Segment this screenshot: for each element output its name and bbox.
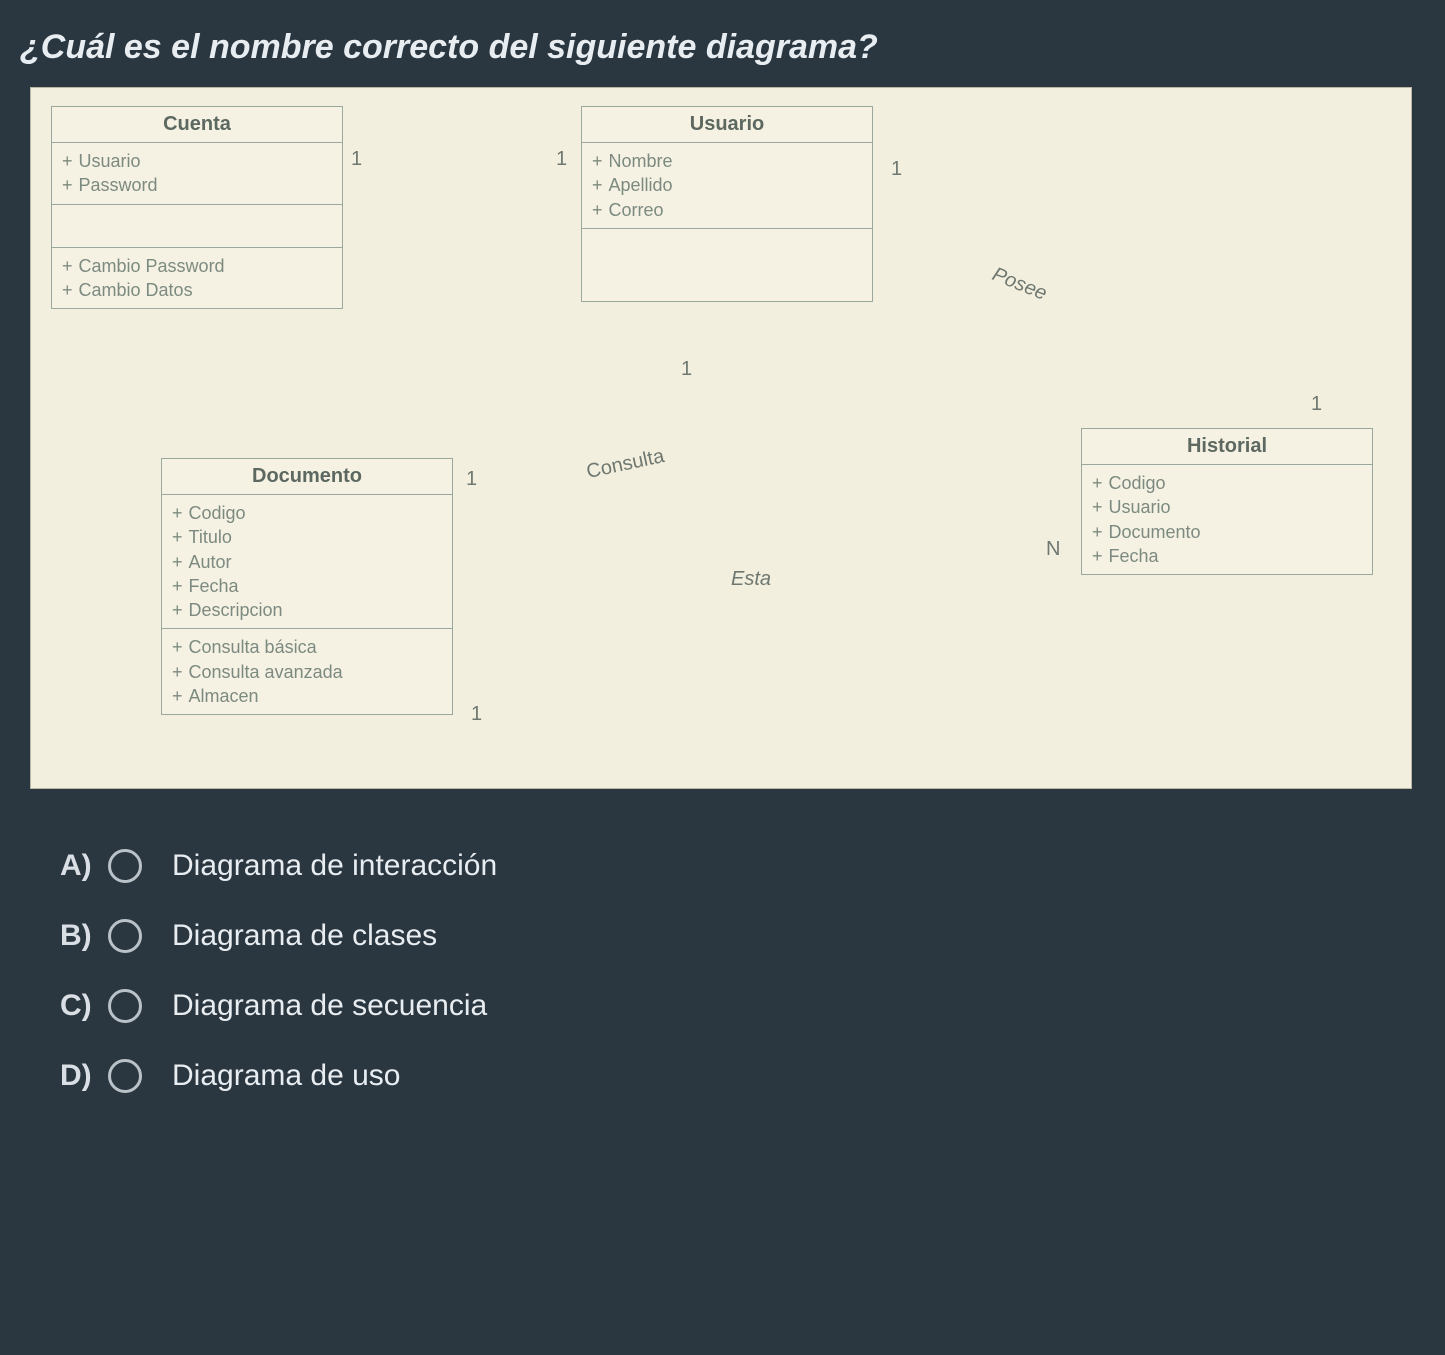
- option-c[interactable]: C) Diagrama de secuencia: [60, 989, 1445, 1023]
- radio-icon[interactable]: [108, 1059, 142, 1093]
- class-usuario-attr: Nombre: [609, 151, 673, 171]
- class-usuario: Usuario +Nombre +Apellido +Correo: [581, 106, 873, 302]
- class-documento-attr: Titulo: [189, 527, 232, 547]
- class-documento-attr: Fecha: [189, 576, 239, 596]
- class-documento-attr: Codigo: [189, 503, 246, 523]
- option-a-letter: A): [60, 849, 108, 883]
- radio-icon[interactable]: [108, 919, 142, 953]
- mult-usuario-bottom: 1: [681, 358, 692, 381]
- class-documento-attr: Autor: [189, 552, 232, 572]
- class-historial-attr: Documento: [1109, 522, 1201, 542]
- radio-icon[interactable]: [108, 989, 142, 1023]
- mult-historial-left: N: [1046, 538, 1060, 561]
- class-historial-attr: Fecha: [1109, 546, 1159, 566]
- class-usuario-attr: Correo: [609, 200, 664, 220]
- mult-usuario-left: 1: [556, 148, 567, 171]
- assoc-esta: Esta: [731, 568, 771, 591]
- class-cuenta-op: Cambio Password: [79, 256, 225, 276]
- mult-historial-top: 1: [1311, 393, 1322, 416]
- option-b-letter: B): [60, 919, 108, 953]
- radio-icon[interactable]: [108, 849, 142, 883]
- option-b[interactable]: B) Diagrama de clases: [60, 919, 1445, 953]
- class-documento-op: Almacen: [189, 686, 259, 706]
- class-documento-op: Consulta avanzada: [189, 662, 343, 682]
- mult-documento-right: 1: [466, 468, 477, 491]
- class-documento-op: Consulta básica: [189, 637, 317, 657]
- mult-cuenta-right: 1: [351, 148, 362, 171]
- class-historial-title: Historial: [1082, 429, 1372, 465]
- assoc-posee: Posee: [989, 263, 1050, 306]
- option-d-letter: D): [60, 1059, 108, 1093]
- question-text: ¿Cuál es el nombre correcto del siguient…: [0, 0, 1445, 87]
- class-historial-attr: Usuario: [1109, 497, 1171, 517]
- option-d-label: Diagrama de uso: [172, 1059, 400, 1093]
- class-usuario-title: Usuario: [582, 107, 872, 143]
- class-documento-attr: Descripcion: [189, 600, 283, 620]
- mult-documento-self: 1: [471, 703, 482, 726]
- class-cuenta-attr: Usuario: [79, 151, 141, 171]
- mult-usuario-right: 1: [891, 158, 902, 181]
- class-cuenta-attr: Password: [79, 175, 158, 195]
- class-historial: Historial +Codigo +Usuario +Documento +F…: [1081, 428, 1373, 575]
- class-cuenta-title: Cuenta: [52, 107, 342, 143]
- option-a-label: Diagrama de interacción: [172, 849, 497, 883]
- option-a[interactable]: A) Diagrama de interacción: [60, 849, 1445, 883]
- class-documento-title: Documento: [162, 459, 452, 495]
- answer-options: A) Diagrama de interacción B) Diagrama d…: [0, 849, 1445, 1093]
- option-c-letter: C): [60, 989, 108, 1023]
- assoc-consulta: Consulta: [584, 445, 666, 484]
- class-historial-attr: Codigo: [1109, 473, 1166, 493]
- option-b-label: Diagrama de clases: [172, 919, 437, 953]
- class-cuenta: Cuenta +Usuario +Password +Cambio Passwo…: [51, 106, 343, 309]
- diagram-panel: Cuenta +Usuario +Password +Cambio Passwo…: [30, 87, 1412, 789]
- class-usuario-attr: Apellido: [609, 175, 673, 195]
- class-cuenta-op: Cambio Datos: [79, 280, 193, 300]
- option-c-label: Diagrama de secuencia: [172, 989, 487, 1023]
- class-documento: Documento +Codigo +Titulo +Autor +Fecha …: [161, 458, 453, 715]
- option-d[interactable]: D) Diagrama de uso: [60, 1059, 1445, 1093]
